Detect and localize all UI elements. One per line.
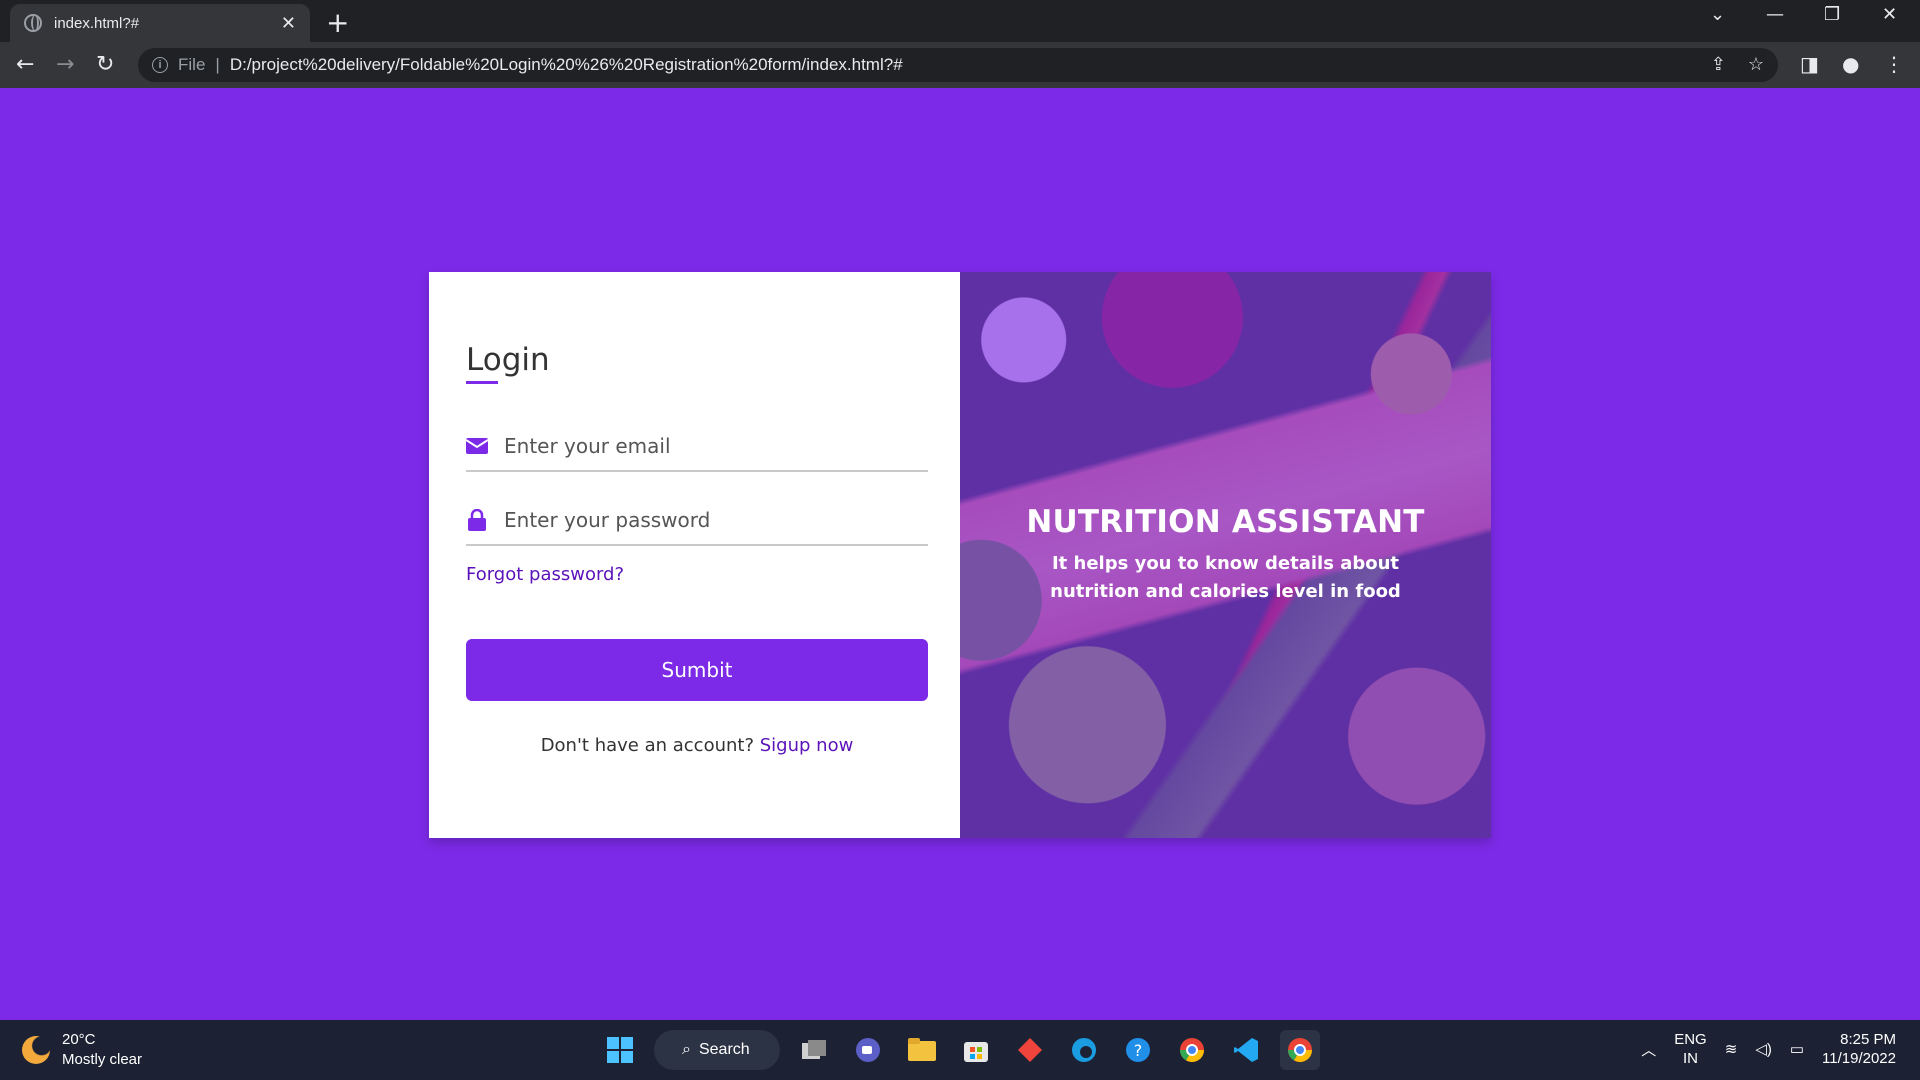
chevron-up-icon[interactable]: ︿ — [1641, 1039, 1656, 1060]
clock-date: 11/19/2022 — [1822, 1050, 1896, 1067]
back-icon[interactable]: ← — [16, 52, 34, 77]
share-icon[interactable]: ⇪ — [1711, 54, 1726, 75]
menu-icon[interactable]: ⋮ — [1884, 52, 1904, 76]
email-field[interactable] — [466, 422, 928, 472]
vscode-icon[interactable] — [1226, 1030, 1266, 1070]
chrome-icon[interactable] — [1172, 1030, 1212, 1070]
windows-icon[interactable] — [600, 1030, 640, 1070]
banner-title: NUTRITION ASSISTANT — [1026, 504, 1425, 540]
taskbar-search-label: Search — [698, 1041, 750, 1058]
window-close-icon[interactable]: ✕ — [1882, 4, 1897, 25]
food-image-panel: NUTRITION ASSISTANT It helps you to know… — [960, 272, 1491, 838]
teams-icon[interactable] — [848, 1030, 888, 1070]
edge-icon[interactable] — [1064, 1030, 1104, 1070]
system-tray: ︿ ENG IN ≋ ◁) ▭ 8:25 PM 11/19/2022 — [1641, 1030, 1896, 1068]
signup-prompt: Don't have an account? — [540, 735, 755, 756]
banner-subtitle: It helps you to know details about nutri… — [1050, 553, 1401, 602]
email-input[interactable] — [504, 434, 928, 458]
svg-text:?: ? — [1134, 1041, 1143, 1060]
battery-icon[interactable]: ▭ — [1790, 1040, 1804, 1058]
login-form: Login Forgot password? Sumbit Don't have… — [429, 272, 960, 838]
address-separator: | — [215, 55, 220, 74]
anydesk-icon[interactable] — [1010, 1030, 1050, 1070]
search-icon: ⌕ — [682, 1041, 691, 1058]
reload-icon[interactable]: ↻ — [96, 52, 114, 77]
password-field[interactable] — [466, 496, 928, 546]
page-viewport: Login Forgot password? Sumbit Don't have… — [0, 88, 1920, 1020]
weather-temperature: 20°C — [62, 1031, 96, 1048]
password-input[interactable] — [504, 508, 928, 532]
globe-icon — [24, 14, 42, 32]
signup-line: Don't have an account? Sigup now — [466, 735, 928, 756]
tab-title: index.html?# — [54, 14, 140, 32]
sidepanel-icon[interactable]: ◨ — [1800, 52, 1819, 76]
new-tab-button[interactable]: + — [326, 6, 349, 39]
volume-icon[interactable]: ◁) — [1755, 1040, 1772, 1058]
browser-toolbar: ← → ↻ i File | D:/project%20delivery/Fol… — [0, 42, 1920, 88]
wifi-icon[interactable]: ≋ — [1725, 1040, 1738, 1058]
tab-search-icon[interactable]: ⌄ — [1710, 4, 1725, 25]
taskbar: 20°C Mostly clear ⌕ Search ? ︿ ENG IN ≋ … — [0, 1020, 1920, 1080]
language-bottom: IN — [1682, 1050, 1698, 1067]
tab-close-icon[interactable]: ✕ — [281, 13, 296, 34]
clock[interactable]: 8:25 PM 11/19/2022 — [1822, 1030, 1896, 1068]
browser-tab[interactable]: index.html?# ✕ — [10, 4, 310, 42]
url-text[interactable]: D:/project%20delivery/Foldable%20Login%2… — [230, 55, 903, 75]
taskbar-apps: ⌕ Search ? — [600, 1030, 1320, 1070]
chrome-active-icon[interactable] — [1280, 1030, 1320, 1070]
banner-text: NUTRITION ASSISTANT It helps you to know… — [960, 504, 1491, 606]
weather-widget[interactable]: 20°C Mostly clear — [22, 1030, 142, 1070]
submit-button[interactable]: Sumbit — [466, 639, 928, 701]
star-icon[interactable]: ☆ — [1748, 54, 1764, 75]
store-icon[interactable] — [956, 1030, 996, 1070]
restore-icon[interactable]: ❐ — [1824, 4, 1840, 25]
file-explorer-icon[interactable] — [902, 1030, 942, 1070]
login-title: Login — [466, 342, 550, 384]
language-top: ENG — [1674, 1031, 1707, 1048]
forgot-password-link[interactable]: Forgot password? — [466, 564, 928, 585]
help-icon[interactable]: ? — [1118, 1030, 1158, 1070]
clock-time: 8:25 PM — [1840, 1031, 1896, 1048]
taskbar-search[interactable]: ⌕ Search — [654, 1030, 780, 1070]
address-bar[interactable]: i File | D:/project%20delivery/Foldable%… — [138, 48, 1778, 82]
scheme-label: File — [178, 55, 206, 74]
signup-link[interactable]: Sigup now — [760, 735, 854, 756]
browser-tab-strip: index.html?# ✕ + ⌄ — ❐ ✕ — [0, 0, 1920, 42]
lock-icon — [466, 509, 488, 531]
task-view-icon[interactable] — [794, 1030, 834, 1070]
moon-cloud-icon — [22, 1036, 50, 1064]
info-icon[interactable]: i — [152, 57, 168, 73]
envelope-icon — [466, 438, 488, 454]
minimize-icon[interactable]: — — [1766, 4, 1784, 25]
weather-condition: Mostly clear — [62, 1051, 143, 1068]
forward-icon[interactable]: → — [56, 52, 74, 77]
profile-icon[interactable]: ● — [1842, 52, 1859, 76]
login-card: Login Forgot password? Sumbit Don't have… — [429, 272, 1491, 838]
language-indicator[interactable]: ENG IN — [1674, 1030, 1707, 1068]
